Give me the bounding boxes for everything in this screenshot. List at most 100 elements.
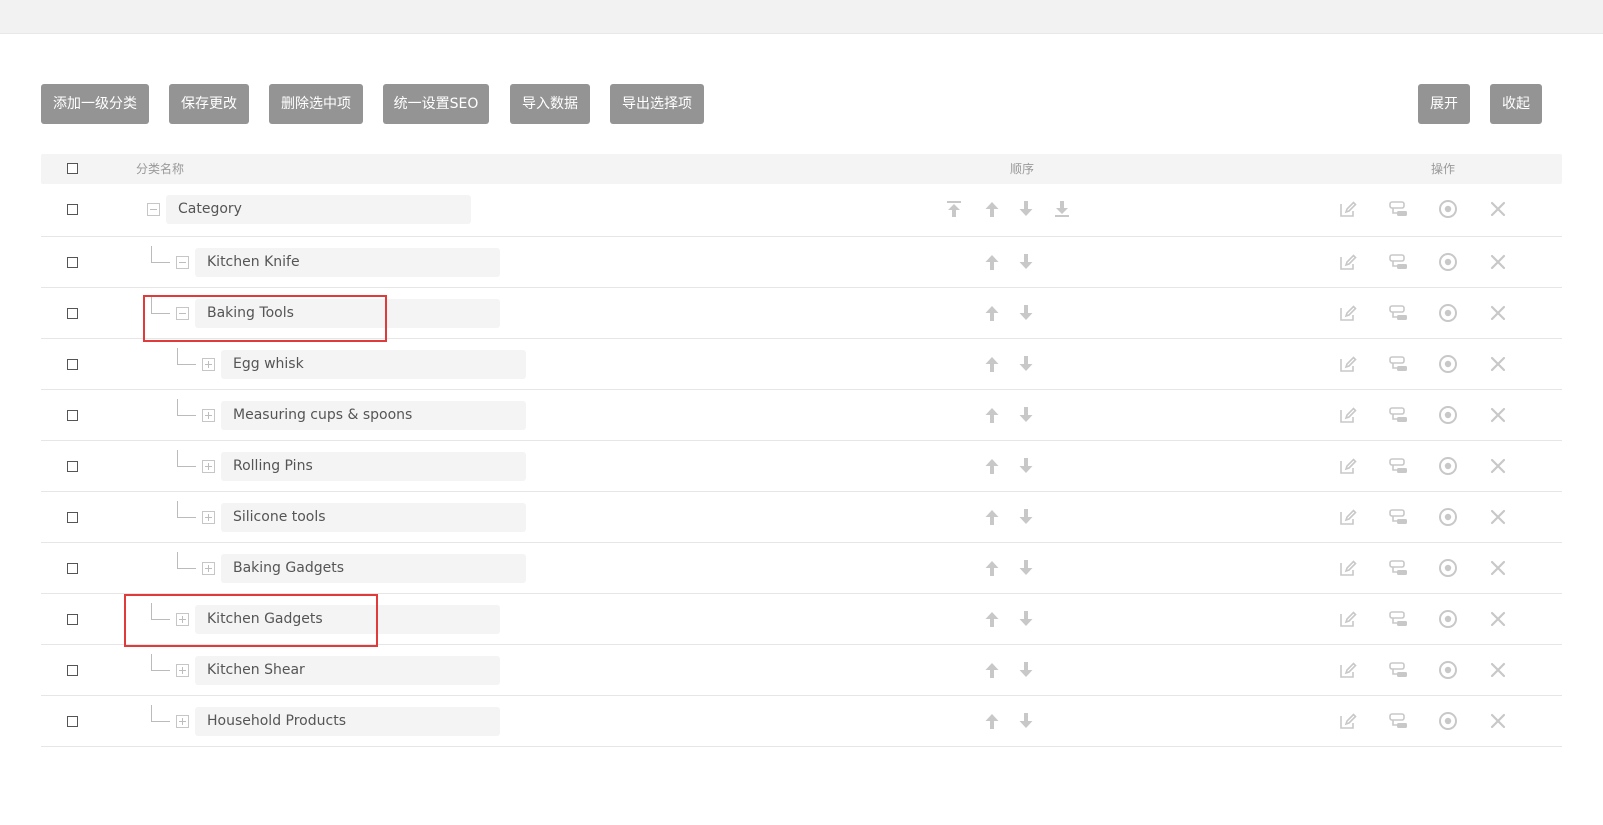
row-checkbox[interactable]: [67, 257, 78, 268]
category-name-input[interactable]: Kitchen Knife: [195, 248, 500, 277]
seo-settings-icon[interactable]: [1388, 405, 1408, 425]
move-up-icon[interactable]: [982, 303, 1002, 323]
seo-settings-icon[interactable]: [1388, 558, 1408, 578]
delete-icon[interactable]: [1488, 405, 1508, 425]
delete-icon[interactable]: [1488, 711, 1508, 731]
select-all-checkbox[interactable]: [67, 163, 78, 174]
move-down-icon[interactable]: [1016, 660, 1036, 680]
move-top-icon[interactable]: [944, 199, 964, 219]
move-down-icon[interactable]: [1016, 711, 1036, 731]
move-down-icon[interactable]: [1016, 199, 1036, 219]
seo-settings-icon[interactable]: [1388, 660, 1408, 680]
row-checkbox[interactable]: [67, 563, 78, 574]
collapse-node-icon[interactable]: [176, 256, 189, 269]
view-icon[interactable]: [1438, 456, 1458, 476]
view-icon[interactable]: [1438, 354, 1458, 374]
delete-icon[interactable]: [1488, 199, 1508, 219]
view-icon[interactable]: [1438, 405, 1458, 425]
delete-icon[interactable]: [1488, 303, 1508, 323]
row-checkbox[interactable]: [67, 204, 78, 215]
move-up-icon[interactable]: [982, 660, 1002, 680]
edit-icon[interactable]: [1338, 456, 1358, 476]
view-icon[interactable]: [1438, 609, 1458, 629]
delete-icon[interactable]: [1488, 456, 1508, 476]
import-data-button[interactable]: 导入数据: [510, 84, 590, 124]
move-up-icon[interactable]: [982, 199, 1002, 219]
edit-icon[interactable]: [1338, 711, 1358, 731]
seo-settings-icon[interactable]: [1388, 252, 1408, 272]
view-icon[interactable]: [1438, 558, 1458, 578]
expand-node-icon[interactable]: [202, 409, 215, 422]
expand-node-icon[interactable]: [176, 664, 189, 677]
category-name-input[interactable]: Silicone tools: [221, 503, 526, 532]
category-name-input[interactable]: Baking Gadgets: [221, 554, 526, 583]
row-checkbox[interactable]: [67, 308, 78, 319]
view-icon[interactable]: [1438, 199, 1458, 219]
seo-settings-icon[interactable]: [1388, 199, 1408, 219]
seo-settings-icon[interactable]: [1388, 609, 1408, 629]
expand-node-icon[interactable]: [202, 460, 215, 473]
move-down-icon[interactable]: [1016, 609, 1036, 629]
edit-icon[interactable]: [1338, 199, 1358, 219]
move-up-icon[interactable]: [982, 711, 1002, 731]
expand-node-icon[interactable]: [202, 358, 215, 371]
category-name-input[interactable]: Egg whisk: [221, 350, 526, 379]
move-up-icon[interactable]: [982, 252, 1002, 272]
move-down-icon[interactable]: [1016, 303, 1036, 323]
delete-icon[interactable]: [1488, 507, 1508, 527]
move-up-icon[interactable]: [982, 354, 1002, 374]
move-up-icon[interactable]: [982, 558, 1002, 578]
delete-icon[interactable]: [1488, 252, 1508, 272]
seo-settings-icon[interactable]: [1388, 456, 1408, 476]
edit-icon[interactable]: [1338, 354, 1358, 374]
view-icon[interactable]: [1438, 711, 1458, 731]
export-selected-button[interactable]: 导出选择项: [610, 84, 704, 124]
row-checkbox[interactable]: [67, 461, 78, 472]
edit-icon[interactable]: [1338, 303, 1358, 323]
view-icon[interactable]: [1438, 660, 1458, 680]
category-name-input[interactable]: Kitchen Shear: [195, 656, 500, 685]
edit-icon[interactable]: [1338, 405, 1358, 425]
edit-icon[interactable]: [1338, 507, 1358, 527]
expand-node-icon[interactable]: [202, 562, 215, 575]
category-name-input[interactable]: Kitchen Gadgets: [195, 605, 500, 634]
seo-settings-icon[interactable]: [1388, 303, 1408, 323]
expand-all-button[interactable]: 展开: [1418, 84, 1470, 124]
expand-node-icon[interactable]: [176, 715, 189, 728]
edit-icon[interactable]: [1338, 609, 1358, 629]
save-changes-button[interactable]: 保存更改: [169, 84, 249, 124]
delete-selected-button[interactable]: 删除选中项: [269, 84, 363, 124]
collapse-node-icon[interactable]: [176, 307, 189, 320]
move-up-icon[interactable]: [982, 456, 1002, 476]
move-down-icon[interactable]: [1016, 252, 1036, 272]
row-checkbox[interactable]: [67, 665, 78, 676]
row-checkbox[interactable]: [67, 359, 78, 370]
category-name-input[interactable]: Category: [166, 195, 471, 224]
move-down-icon[interactable]: [1016, 507, 1036, 527]
row-checkbox[interactable]: [67, 512, 78, 523]
edit-icon[interactable]: [1338, 558, 1358, 578]
collapse-all-button[interactable]: 收起: [1490, 84, 1542, 124]
view-icon[interactable]: [1438, 507, 1458, 527]
category-name-input[interactable]: Measuring cups & spoons: [221, 401, 526, 430]
seo-settings-icon[interactable]: [1388, 354, 1408, 374]
category-name-input[interactable]: Rolling Pins: [221, 452, 526, 481]
move-up-icon[interactable]: [982, 609, 1002, 629]
move-up-icon[interactable]: [982, 507, 1002, 527]
delete-icon[interactable]: [1488, 660, 1508, 680]
expand-node-icon[interactable]: [176, 613, 189, 626]
delete-icon[interactable]: [1488, 354, 1508, 374]
move-up-icon[interactable]: [982, 405, 1002, 425]
delete-icon[interactable]: [1488, 558, 1508, 578]
view-icon[interactable]: [1438, 303, 1458, 323]
move-down-icon[interactable]: [1016, 405, 1036, 425]
category-name-input[interactable]: Baking Tools: [195, 299, 500, 328]
edit-icon[interactable]: [1338, 660, 1358, 680]
expand-node-icon[interactable]: [202, 511, 215, 524]
edit-icon[interactable]: [1338, 252, 1358, 272]
move-down-icon[interactable]: [1016, 558, 1036, 578]
row-checkbox[interactable]: [67, 410, 78, 421]
add-top-category-button[interactable]: 添加一级分类: [41, 84, 149, 124]
seo-settings-icon[interactable]: [1388, 507, 1408, 527]
row-checkbox[interactable]: [67, 614, 78, 625]
